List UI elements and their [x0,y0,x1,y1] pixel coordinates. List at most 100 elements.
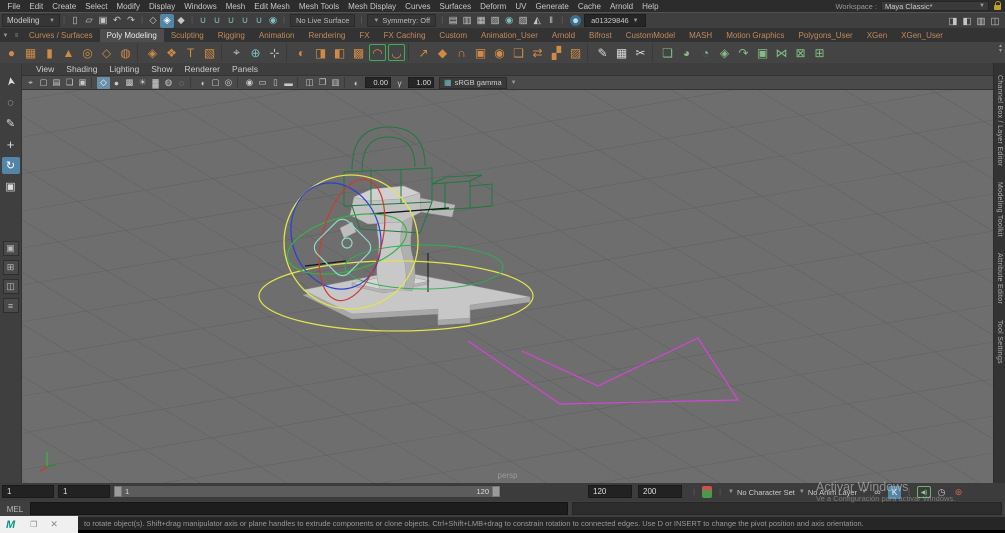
exposure-icon[interactable]: ◐ [350,77,363,89]
super-shape-icon[interactable]: ◈ [143,43,162,62]
image-plane-icon[interactable]: ▣ [76,77,89,89]
tab-mash[interactable]: MASH [682,29,719,42]
menu-mesh-display[interactable]: Mesh Display [344,2,401,11]
select-hierarchy-icon[interactable]: ◇ [146,14,160,28]
animation-preferences-icon[interactable]: ⊛ [952,486,965,499]
make-live-icon[interactable]: ◉ [266,14,280,28]
animation-start-field[interactable]: 1 [2,485,54,498]
quad-draw-icon[interactable]: ▦ [612,43,631,62]
show-attribute-editor-icon[interactable]: ◨ [946,15,960,29]
menu-display[interactable]: Display [145,2,180,11]
gamma-field[interactable]: 1.00 [408,77,434,88]
unfold-uv-icon[interactable]: ⊠ [791,43,810,62]
motion-blur-icon[interactable]: ◌ [175,77,188,89]
show-channel-box-icon[interactable]: ▥ [974,15,988,29]
textured-icon[interactable]: ▩ [123,77,136,89]
tab-bifrost[interactable]: Bifrost [582,29,619,42]
crease-icon[interactable]: ▨ [566,43,585,62]
snap-to-projected-center-icon[interactable]: ∪ [238,14,252,28]
snap-to-view-planes-icon[interactable]: ∪ [252,14,266,28]
anim-layer-dropdown[interactable]: ▼ No Anim Layer [799,488,857,497]
layout-single-pane[interactable]: ▣ [2,241,19,256]
camera-attributes-icon[interactable]: ▤ [50,77,63,89]
separate-icon[interactable]: ◨ [311,43,330,62]
poly-disc-icon[interactable]: ◍ [116,43,135,62]
extrude-icon[interactable]: ↗ [414,43,433,62]
lock-icon[interactable] [993,1,1002,11]
tab-rendering[interactable]: Rendering [301,29,352,42]
circularize-icon[interactable]: ◉ [490,43,509,62]
menu-windows[interactable]: Windows [180,2,221,11]
camera-based-mapping-icon[interactable]: ↷ [734,43,753,62]
snap-align-icon[interactable]: ⊕ [246,43,265,62]
menu-surfaces[interactable]: Surfaces [435,2,476,11]
automatic-mapping-icon[interactable]: ◈ [715,43,734,62]
mirror-icon[interactable]: ◧ [330,43,349,62]
tab-motion-graphics[interactable]: Motion Graphics [719,29,791,42]
select-component-icon[interactable]: ◆ [174,14,188,28]
ipr-render-icon[interactable]: ▦ [474,14,488,28]
save-scene-icon[interactable]: ▣ [96,14,110,28]
zero-transform-icon[interactable]: ⊹ [265,43,284,62]
tab-poly-modeling[interactable]: Poly Modeling [99,29,164,42]
poly-cube-icon[interactable]: ▦ [21,43,40,62]
render-current-frame-icon[interactable]: ▥ [460,14,474,28]
gamma-icon[interactable]: γ [393,77,406,89]
menu-edit-mesh[interactable]: Edit Mesh [250,2,295,11]
snap-to-curves-icon[interactable]: ∪ [210,14,224,28]
tab-animation[interactable]: Animation [252,29,302,42]
svg-tool-icon[interactable]: ▧ [200,43,219,62]
film-gate-icon[interactable]: ▭ [256,77,269,89]
sculpt-tool-icon[interactable]: ❖ [162,43,181,62]
tab-curves-surfaces[interactable]: Curves / Surfaces [22,29,100,42]
panel-menu-lighting[interactable]: Lighting [103,64,145,74]
wireframe-on-shaded-icon[interactable]: ◎ [222,77,235,89]
render-view-icon[interactable]: ▤ [446,14,460,28]
shelf-options-icon[interactable]: ≡ [11,29,22,42]
menu-file[interactable]: File [3,2,25,11]
tab-xgen-user[interactable]: XGen_User [894,29,950,42]
uv-grid-icon[interactable]: ⊞ [810,43,829,62]
bookmark-icon[interactable]: ❏ [63,77,76,89]
cut-uv-icon[interactable]: ▣ [753,43,772,62]
menu-modify[interactable]: Modify [112,2,145,11]
default-material-icon[interactable]: ◖ [196,77,209,89]
smooth-shade-icon[interactable]: ● [110,77,123,89]
playback-start-field[interactable]: 120 [588,485,632,498]
panel-menu-panels[interactable]: Panels [226,64,264,74]
duplicate-face-icon[interactable]: ❏ [509,43,528,62]
tab-fx-caching[interactable]: FX Caching [377,29,433,42]
speaker-icon[interactable]: ◀) [917,486,932,498]
panel-menu-renderer[interactable]: Renderer [179,64,226,74]
show-tool-settings-icon[interactable]: ◧ [960,15,974,29]
exposure-field[interactable]: 0.00 [365,77,391,88]
close-window-icon[interactable]: ✕ [50,519,58,530]
panel-menu-show[interactable]: Show [145,64,178,74]
range-end-handle[interactable] [492,486,500,497]
tear-off-copy-icon[interactable]: ❐ [316,77,329,89]
combine-icon[interactable]: ◐ [292,43,311,62]
menu-generate[interactable]: Generate [531,2,573,11]
poly-sphere-icon[interactable]: ● [2,43,21,62]
menu-create[interactable]: Create [48,2,81,11]
scale-tool[interactable]: ▣ [2,178,20,195]
lasso-select-tool[interactable]: ◌ [2,94,20,111]
character-set-icon[interactable] [702,486,712,498]
tab-custommodel[interactable]: CustomModel [619,29,682,42]
symmetrize-icon[interactable]: ▞ [547,43,566,62]
tab-xgen[interactable]: XGen [860,29,894,42]
taskbar-preview[interactable]: M ❐ ✕ [0,516,78,533]
lock-camera-icon[interactable]: ▢ [37,77,50,89]
panel-menu-view[interactable]: View [30,64,60,74]
layout-persp-outliner[interactable]: ◫ [2,279,19,294]
loop-icon[interactable]: ∞ [871,486,884,499]
paint-select-tool[interactable]: ✎ [2,115,20,132]
menu-uv[interactable]: UV [511,2,531,11]
sew-uv-icon[interactable]: ⋈ [772,43,791,62]
panel-menu-shading[interactable]: Shading [60,64,103,74]
new-scene-icon[interactable]: ▯ [68,14,82,28]
menu-select[interactable]: Select [81,2,112,11]
hypershade-icon[interactable]: ▨ [516,14,530,28]
shelf-menu-icon[interactable]: ▼ [0,29,11,42]
smooth-preview-icon[interactable]: ◡ [388,44,405,61]
